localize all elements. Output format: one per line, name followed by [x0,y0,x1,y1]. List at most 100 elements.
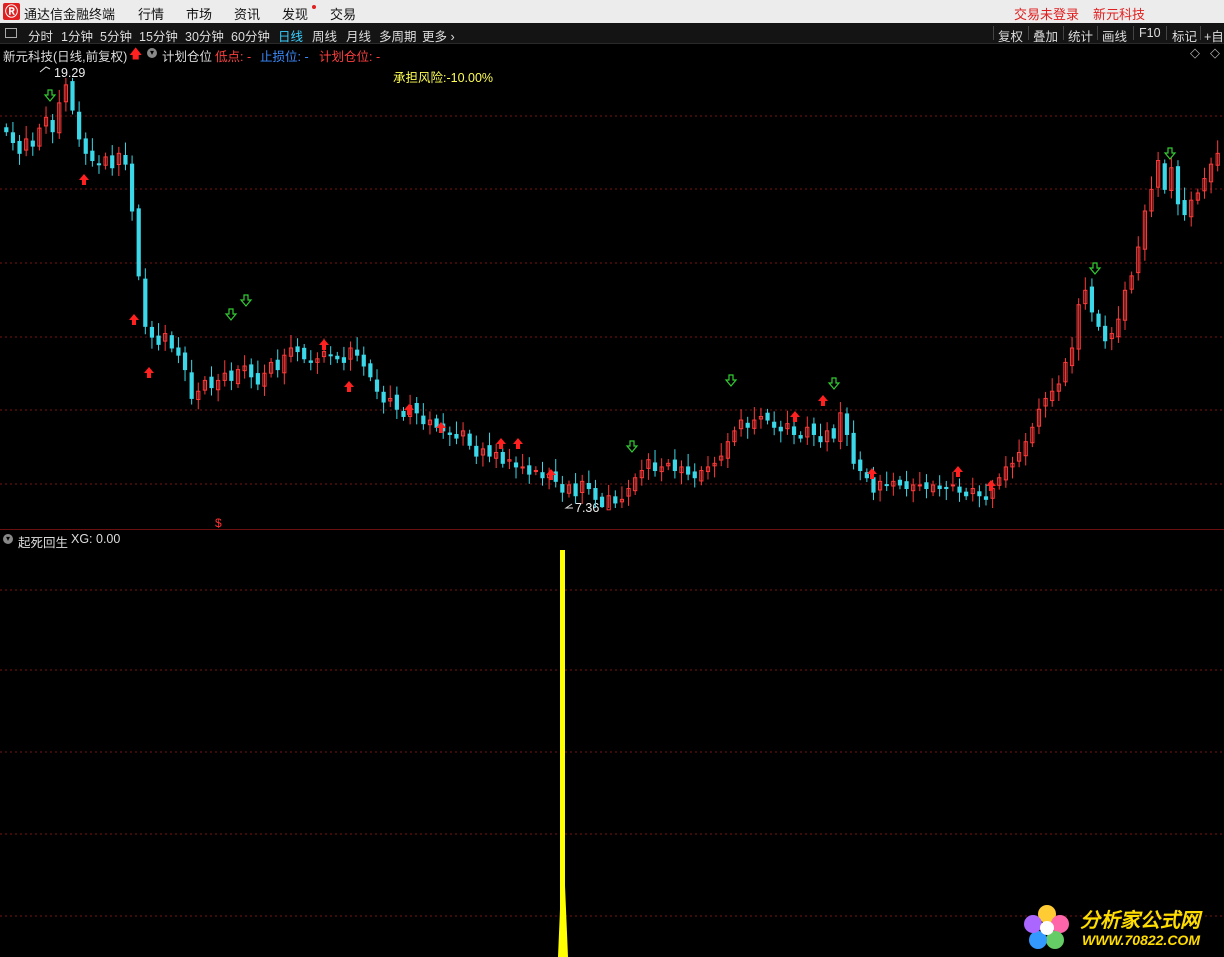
indicator-chart[interactable] [0,548,1224,957]
flower-logo-icon [1024,905,1069,949]
tab-period-daily[interactable]: 日线 [278,26,303,45]
candle-body [110,155,115,169]
menu-item-faxian[interactable]: 发现 [282,4,308,23]
watermark: 分析家公式网 WWW.70822.COM [1020,900,1220,954]
candle-body [1182,200,1187,216]
buy-arrow-icon [319,339,329,350]
diamond-icon[interactable]: ◇ [1210,45,1220,61]
menu-item-hangqing[interactable]: 行情 [138,4,164,23]
chevron-down-icon[interactable]: ▾ [147,48,157,58]
candle-body [209,376,214,389]
buy-arrow-icon [496,438,506,449]
tab-period-15min[interactable]: 15分钟 [139,26,178,45]
app-title: 通达信金融终端 [24,7,116,22]
tab-period-1min[interactable]: 1分钟 [61,26,93,45]
diamond-icon[interactable]: ◇ [1190,45,1200,61]
candle-body [527,465,532,475]
tab-period-60min[interactable]: 60分钟 [231,26,270,45]
candle-body [1162,163,1167,190]
candle-body [593,488,598,500]
candle-body [1103,325,1108,342]
tab-period-weekly[interactable]: 周线 [312,26,337,45]
sell-arrow-icon [827,377,841,390]
candle-body [944,486,949,490]
panel-divider [0,529,1224,530]
toolbar-divider [1133,26,1134,40]
candle-body [255,373,260,385]
fuquan-button[interactable]: 复权 [998,26,1023,45]
candle-body [169,335,174,349]
candle-body [599,496,605,508]
candle-body [229,370,234,381]
menu-item-jiaoyi[interactable]: 交易 [330,4,356,23]
candle-body [295,346,300,353]
tab-period-monthly[interactable]: 月线 [346,26,371,45]
candle-body [791,426,797,435]
candle-body [275,359,280,371]
tab-period-more[interactable]: 更多 › [422,26,455,45]
menu-item-zixun[interactable]: 资讯 [234,4,260,23]
candle-body [977,491,982,497]
candle-body [249,364,254,378]
candle-body [831,428,836,439]
candle-body [447,432,452,435]
candle-body [897,479,903,486]
candle-body [355,349,360,356]
sell-arrow-icon [43,89,57,102]
candle-body [487,445,492,457]
candle-body [1089,286,1095,313]
stats-button[interactable]: 统计 [1068,26,1093,45]
candle-body [924,482,929,490]
candle-body [414,402,419,414]
candle-body [686,466,691,475]
title-bar: Ⓡ 通达信金融终端 行情 市场 资讯 发现 交易 交易未登录 新元科技 [0,0,1224,23]
candle-body [871,477,876,493]
menu-item-shichang[interactable]: 市场 [186,4,212,23]
tab-period-multi[interactable]: 多周期 [379,26,417,45]
candle-body [540,472,545,479]
tab-period-5min[interactable]: 5分钟 [100,26,132,45]
overlay-button[interactable]: 叠加 [1033,26,1058,45]
signal-spike [558,838,568,957]
candle-body [983,496,989,500]
current-stock-name[interactable]: 新元科技 [1093,4,1145,23]
candle-body [500,451,505,464]
tab-period-30min[interactable]: 30分钟 [185,26,224,45]
candle-body [182,352,188,371]
candle-body [917,484,922,487]
candle-body [851,432,856,464]
mark-button[interactable]: 标记 [1172,26,1197,45]
candle-body [77,111,82,140]
login-status-link[interactable]: 交易未登录 [1014,4,1079,23]
add-indicator-button[interactable]: +自 [1204,26,1224,45]
sell-arrow-icon [1163,147,1177,160]
candle-body [811,423,816,435]
sell-arrow-icon [625,440,639,453]
candle-body [652,462,658,472]
sell-arrow-icon [724,374,738,387]
candle-body [10,132,16,144]
buy-arrow-icon [818,395,828,406]
buy-arrow-icon [790,411,800,422]
toolbar-divider [1166,26,1167,40]
draw-line-button[interactable]: 画线 [1102,26,1127,45]
sidebar-toggle-icon[interactable] [5,28,17,38]
candle-body [1175,166,1181,205]
candle-body [454,433,459,439]
tab-period-fenshi[interactable]: 分时 [28,26,53,45]
candle-body [50,120,55,133]
candle-body [692,471,697,479]
candle-body [189,372,194,399]
candle-body [123,154,128,165]
f10-button[interactable]: F10 [1139,26,1161,40]
candle-body [745,422,750,428]
low-pointer [564,503,573,509]
buy-arrow-icon [953,466,963,477]
candle-body [474,445,479,457]
chevron-down-icon[interactable]: ▾ [3,534,13,544]
candlestick-chart[interactable] [0,60,1224,528]
candle-body [328,354,333,357]
candle-body [368,363,373,378]
candle-body [964,491,969,497]
candle-body [560,484,565,493]
